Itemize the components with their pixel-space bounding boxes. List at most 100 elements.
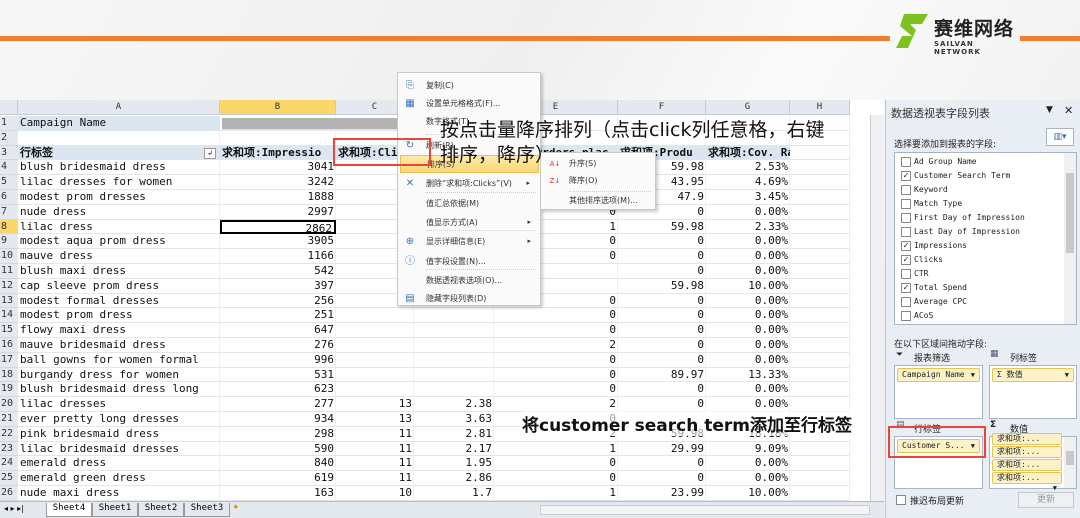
value-cell-b[interactable]: 590 [220, 442, 336, 457]
value-cell-c[interactable] [336, 338, 414, 353]
value-cell-g[interactable]: 0.00% [706, 234, 790, 249]
row-header-6[interactable]: 6 [0, 190, 18, 205]
row-label-cell[interactable]: modest formal dresses [18, 294, 220, 309]
grid-cell[interactable] [790, 441, 850, 457]
value-cell-f[interactable]: 0 [618, 234, 706, 249]
value-cell-b[interactable]: 251 [220, 308, 336, 323]
field-checkbox[interactable] [901, 213, 911, 223]
value-cell-d[interactable]: 2.81 [414, 427, 494, 442]
value-cell-f[interactable]: 0 [618, 294, 706, 309]
field-checkbox[interactable] [901, 227, 911, 237]
value-cell-f[interactable]: 0 [618, 308, 706, 323]
row-header-3[interactable]: 3 [0, 145, 18, 161]
row-label-cell[interactable]: nude maxi dress [18, 486, 220, 501]
column-chip-values[interactable]: Σ 数值 ▼ [992, 368, 1074, 382]
row-label-cell[interactable]: emerald dress [18, 456, 220, 471]
close-icon[interactable]: ✕ [1064, 104, 1073, 117]
layout-options-button[interactable]: ▥▾ [1046, 128, 1074, 146]
value-cell-f[interactable]: 23.99 [618, 486, 706, 501]
row-header-11[interactable]: 11 [0, 264, 18, 279]
value-cell-e[interactable]: 0 [494, 353, 618, 368]
value-cell-e[interactable]: 0 [494, 471, 618, 486]
value-cell-c[interactable]: 11 [336, 456, 414, 471]
value-cell-g[interactable]: 10.00% [706, 279, 790, 294]
value-cell-b[interactable]: 542 [220, 264, 336, 279]
grid-cell[interactable] [790, 308, 850, 324]
field-item[interactable]: First Day of Impression [901, 211, 1025, 225]
row-label-cell[interactable]: lilac bridesmaid dresses [18, 442, 220, 457]
row-label-cell[interactable]: lilac dresses for women [18, 175, 220, 190]
field-list-scrollbar[interactable] [1064, 153, 1076, 324]
value-cell-g[interactable]: 0.00% [706, 471, 790, 486]
value-cell-c[interactable] [336, 382, 414, 397]
value-cell-g[interactable]: 10.00% [706, 486, 790, 501]
row-header-22[interactable]: 22 [0, 426, 18, 442]
values-chip[interactable]: 求和项:...▼ [992, 433, 1062, 453]
sheet-tab-sheet1[interactable]: Sheet1 [92, 503, 138, 517]
grid-cell[interactable] [790, 338, 850, 353]
grid-cell[interactable] [790, 249, 850, 264]
value-cell-b[interactable]: 996 [220, 353, 336, 368]
value-cell-f[interactable]: 0 [618, 456, 706, 471]
value-cell-d[interactable] [414, 308, 494, 323]
row-label-cell[interactable]: modest prom dress [18, 308, 220, 323]
value-cell-b[interactable]: 1166 [220, 249, 336, 264]
row-label-cell[interactable]: pink bridesmaid dress [18, 427, 220, 442]
column-header-a[interactable]: A [18, 100, 220, 115]
grid-cell[interactable] [790, 382, 850, 398]
row-label-cell[interactable]: blush bridesmaid dress long [18, 382, 220, 397]
value-cell-d[interactable] [414, 368, 494, 383]
values-chip[interactable]: 求和项:...▼ [992, 459, 1062, 479]
grid-cell[interactable] [790, 278, 850, 294]
row-header-2[interactable]: 2 [0, 130, 18, 146]
value-cell-g[interactable]: 3.45% [706, 190, 790, 205]
field-checkbox[interactable] [901, 199, 911, 209]
insert-sheet-icon[interactable]: ✦ [232, 503, 240, 513]
row-label-cell[interactable]: modest prom dresses [18, 190, 220, 205]
field-checkbox[interactable] [901, 311, 911, 321]
value-cell-d[interactable]: 3.63 [414, 412, 494, 427]
field-item[interactable]: CTR [901, 267, 928, 281]
value-cell-f[interactable]: 0 [618, 249, 706, 264]
value-cell-f[interactable]: 0 [618, 471, 706, 486]
value-cell-g[interactable]: 2.33% [706, 220, 790, 235]
field-checkbox[interactable] [901, 297, 911, 307]
select-all-corner[interactable] [0, 100, 18, 115]
pivot-header-b[interactable]: 求和项:Impressio [220, 145, 336, 161]
row-label-cell[interactable]: flowy maxi dress [18, 323, 220, 338]
row-header-18[interactable]: 18 [0, 367, 18, 383]
grid-cell[interactable] [790, 219, 850, 235]
row-label-cell[interactable]: burgandy dress for women [18, 368, 220, 383]
row-header-21[interactable]: 21 [0, 412, 18, 427]
field-checkbox[interactable] [901, 157, 911, 167]
grid-cell[interactable] [220, 130, 336, 146]
menu-item[interactable]: ✕ 删除“求和项:Clicks”(V) [400, 175, 539, 193]
field-item[interactable]: Ad Group Name [901, 155, 977, 169]
value-cell-f[interactable]: 0 [618, 338, 706, 353]
submenu-item[interactable]: Z↓ 降序(O) [543, 172, 655, 190]
field-checkbox[interactable]: ✓ [901, 241, 911, 251]
value-cell-f[interactable]: 0 [618, 264, 706, 279]
value-cell-g[interactable]: 4.69% [706, 175, 790, 190]
filter-area[interactable]: Campaign Name ▼ [894, 365, 983, 419]
field-item[interactable]: ✓ Impressions [901, 239, 967, 253]
value-cell-d[interactable] [414, 353, 494, 368]
row-label-cell[interactable]: ever pretty long dresses [18, 412, 220, 427]
field-checkbox[interactable]: ✓ [901, 283, 911, 293]
value-cell-b[interactable]: 1888 [220, 190, 336, 205]
value-cell-g[interactable]: 13.33% [706, 368, 790, 383]
values-area[interactable]: 求和项:...▼求和项:...▼求和项:...▼求和项:...▼ [989, 433, 1077, 492]
value-cell-b[interactable]: 3242 [220, 175, 336, 190]
value-cell-b[interactable]: 298 [220, 427, 336, 442]
grid-cell[interactable] [790, 264, 850, 279]
row-label-cell[interactable]: mauve bridesmaid dress [18, 338, 220, 353]
panel-menu-icon[interactable]: ▼ [1046, 105, 1053, 115]
row-label-sort-button[interactable]: ↲ [204, 147, 216, 159]
value-cell-c[interactable]: 13 [336, 412, 414, 427]
submenu-item[interactable]: 其他排序选项(M)... [543, 192, 655, 210]
values-area-scrollbar[interactable] [1064, 437, 1076, 488]
grid-cell[interactable] [790, 234, 850, 250]
value-cell-f[interactable]: 59.98 [618, 279, 706, 294]
field-item[interactable]: Match Type [901, 197, 962, 211]
field-item[interactable]: ✓ Total Spend [901, 281, 967, 295]
